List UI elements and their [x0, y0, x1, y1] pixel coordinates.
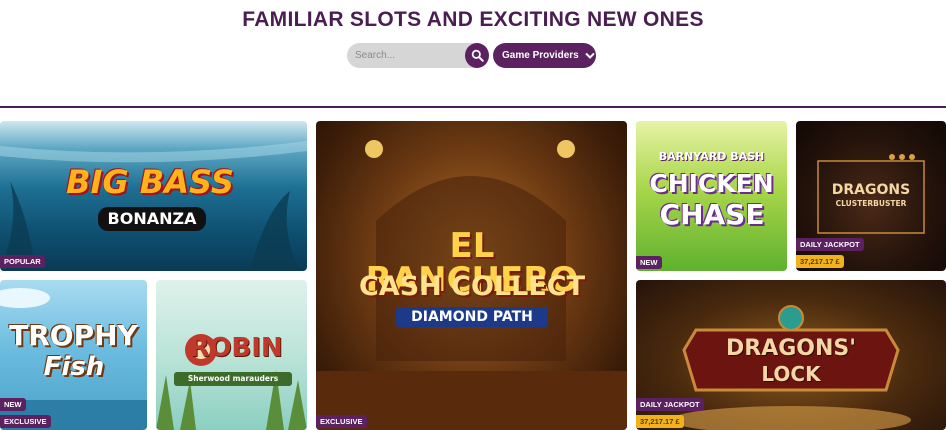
game-logo-line1: DRAGONS' [726, 336, 856, 361]
game-logo-line2: CHICKEN [649, 169, 774, 198]
game-tile-el-ranchero[interactable]: EL RANCHERO CASH COLLECT DIAMOND PATH EX… [316, 121, 627, 430]
chevron-down-icon [585, 52, 595, 59]
game-logo-line2: CASH COLLECT [358, 271, 585, 302]
game-logo-line2: BONANZA [98, 207, 206, 231]
game-badge-daily-jackpot: DAILY JACKPOT [636, 398, 704, 411]
jackpot-amount: 37,217.17 £ [636, 415, 684, 428]
game-logo-line3: DIAMOND PATH [396, 307, 548, 327]
game-logo-line2: CLUSTERBUSTER [835, 199, 907, 208]
jackpot-amount: 37,217.17 £ [796, 255, 844, 268]
game-providers-dropdown[interactable]: Game Providers [493, 43, 596, 68]
game-logo-line3: CHASE [659, 198, 765, 231]
game-logo-line2: Sherwood marauders [174, 372, 292, 386]
game-tile-big-bass-bonanza[interactable]: BIG BASS BONANZA POPULAR [0, 121, 307, 271]
game-logo-line1: TROPHY [9, 319, 138, 352]
game-tile-dragons-clusterbuster[interactable]: DRAGONS CLUSTERBUSTER DAILY JACKPOT 37,2… [796, 121, 946, 271]
game-providers-label: Game Providers [502, 50, 579, 61]
game-tile-trophy-fish[interactable]: TROPHY Fish NEW EXCLUSIVE [0, 280, 147, 430]
search-button[interactable] [465, 43, 489, 68]
game-tile-chicken-chase[interactable]: BARNYARD BASH CHICKEN CHASE NEW [636, 121, 787, 271]
search-icon [471, 49, 484, 62]
game-badge-new: NEW [0, 398, 26, 411]
game-badge-popular: POPULAR [0, 255, 45, 268]
game-logo-line1: BARNYARD BASH [658, 150, 765, 163]
game-logo-line1: ROBIN [189, 333, 283, 363]
game-logo-line1: DRAGONS [831, 182, 911, 198]
game-badge-exclusive: EXCLUSIVE [316, 415, 367, 428]
game-badge-exclusive: EXCLUSIVE [0, 415, 51, 428]
game-logo-line1: BIG BASS [66, 163, 234, 201]
game-badge-daily-jackpot: DAILY JACKPOT [796, 238, 864, 251]
game-logo-line2: Fish [43, 352, 105, 382]
section-divider [0, 106, 946, 108]
page-title: FAMILIAR SLOTS AND EXCITING NEW ONES [242, 8, 704, 31]
game-badge-new: NEW [636, 256, 662, 269]
search-input[interactable] [347, 43, 467, 68]
game-tile-robin[interactable]: ROBIN Sherwood marauders [156, 280, 307, 430]
game-tile-dragons-lock[interactable]: DRAGONS' LOCK DAILY JACKPOT 37,217.17 £ [636, 280, 946, 430]
game-logo-line2: LOCK [761, 362, 821, 386]
